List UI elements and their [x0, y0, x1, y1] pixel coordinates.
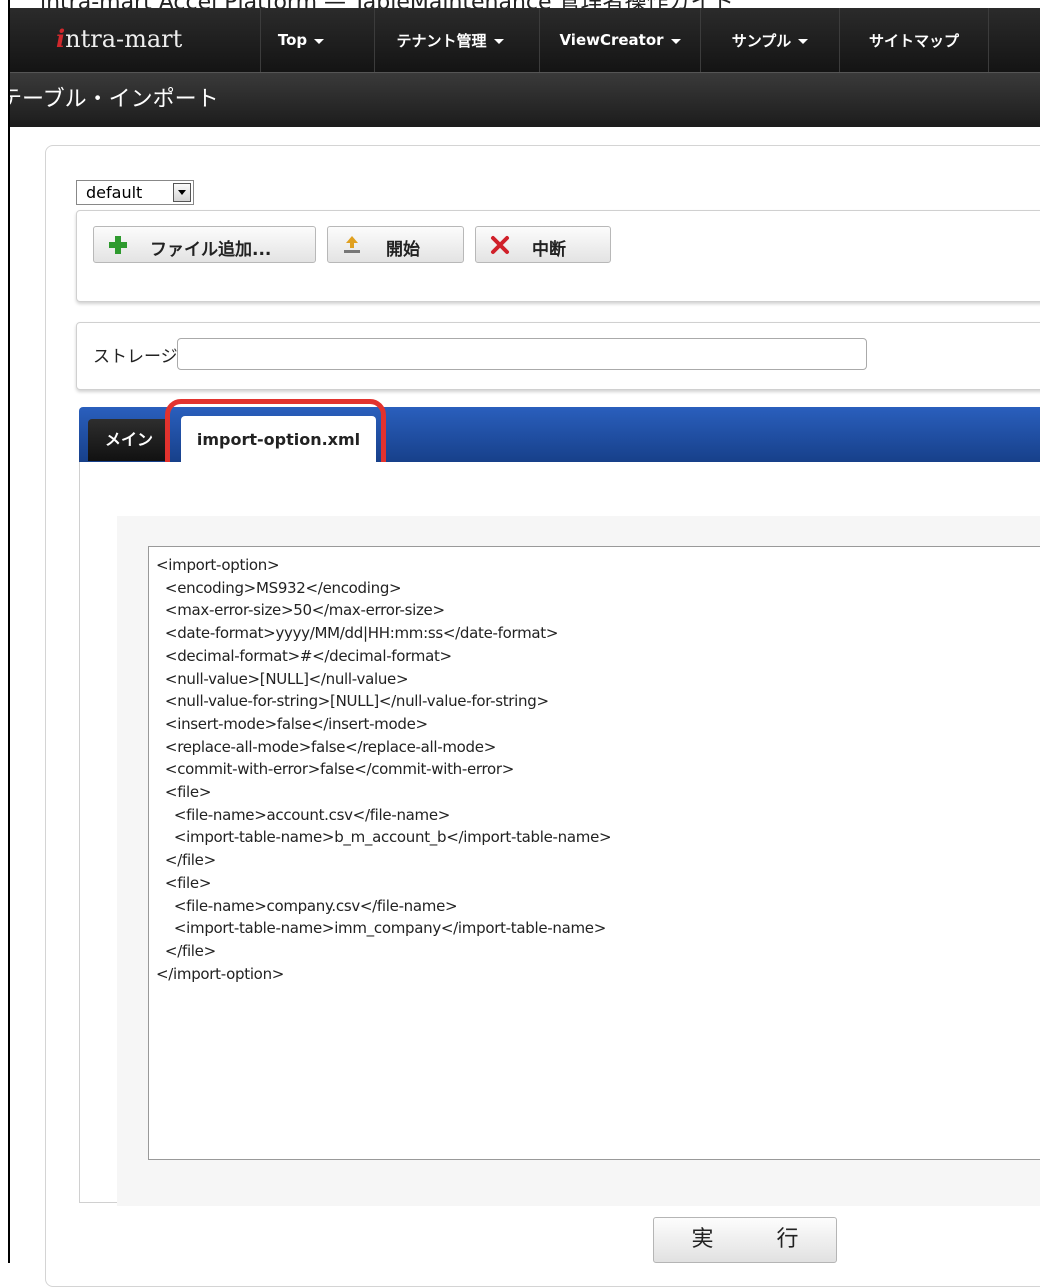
abort-label: 中断	[532, 240, 566, 260]
storage-input[interactable]	[177, 338, 867, 370]
page-header: テーブル・インポート	[0, 73, 1040, 127]
start-label: 開始	[386, 240, 420, 260]
profile-select-value: default	[86, 183, 143, 202]
xml-editor[interactable]: <import-option> <encoding>MS932</encodin…	[148, 546, 1040, 1160]
nav-sample[interactable]: サンプル	[700, 8, 839, 72]
brand-logo[interactable]: intra-mart	[56, 24, 182, 53]
chevron-down-icon	[493, 38, 504, 44]
chevron-down-icon	[798, 38, 809, 44]
chevron-down-icon	[314, 38, 325, 44]
nav-sitemap[interactable]: サイトマップ	[839, 8, 989, 72]
nav-viewcreator-label: ViewCreator	[559, 31, 664, 49]
nav-viewcreator[interactable]: ViewCreator	[539, 8, 700, 72]
start-button[interactable]: 開始	[327, 226, 464, 263]
abort-button[interactable]: 中断	[475, 226, 611, 263]
document-caption: intra-mart Accel Platform — TableMainten…	[0, 0, 1040, 8]
upload-icon	[344, 236, 360, 253]
close-icon	[491, 236, 509, 254]
nav-sitemap-label: サイトマップ	[868, 31, 959, 50]
run-button[interactable]: 実 行	[653, 1217, 837, 1263]
storage-label: ストレージ	[93, 347, 178, 367]
profile-select[interactable]: default	[76, 180, 194, 205]
nav-top[interactable]: Top	[260, 8, 341, 72]
nav-tenant-management[interactable]: テナント管理	[374, 8, 525, 72]
dropdown-arrow-icon[interactable]	[173, 183, 191, 202]
nav-sample-label: サンプル	[731, 31, 792, 50]
top-navbar: intra-mart Top テナント管理 ViewCreator サンプル サ…	[10, 8, 1040, 73]
chevron-down-icon	[670, 38, 681, 44]
tab-main[interactable]: メイン	[88, 419, 170, 461]
add-file-label: ファイル追加...	[150, 240, 272, 260]
nav-top-label: Top	[277, 31, 308, 49]
add-file-button[interactable]: ファイル追加...	[93, 226, 316, 263]
frame-border	[8, 0, 10, 1263]
nav-tenant-label: テナント管理	[396, 31, 487, 50]
plus-icon	[109, 236, 127, 254]
page-title: テーブル・インポート	[0, 87, 219, 112]
